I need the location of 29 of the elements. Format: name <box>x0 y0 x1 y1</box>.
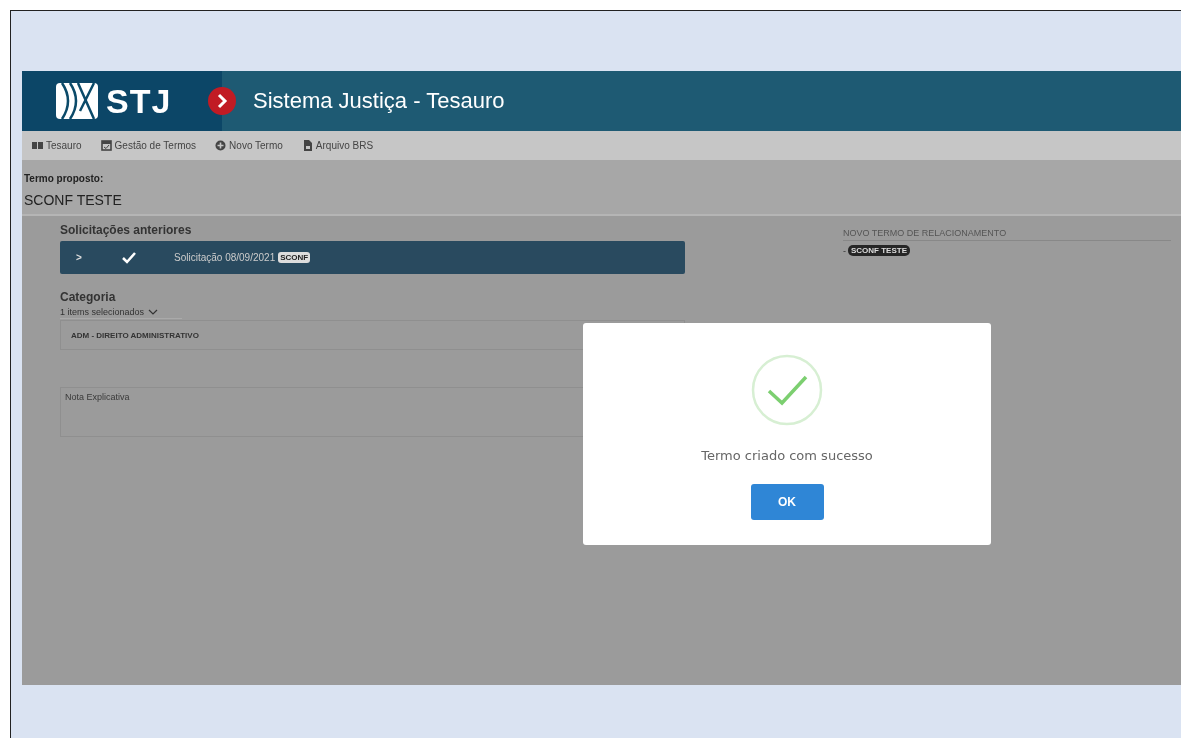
logo-text: STJ <box>106 81 172 121</box>
success-check-icon <box>751 354 823 426</box>
plus-circle-icon <box>215 140 227 151</box>
chevron-right-icon <box>207 86 237 116</box>
term-label: Termo proposto: <box>24 172 105 184</box>
category-dropdown[interactable]: 1 items selecionados <box>60 307 182 319</box>
bullet: - <box>843 245 846 256</box>
request-row[interactable]: > Solicitação 08/09/2021 SCONF <box>60 241 685 274</box>
request-tag: SCONF <box>278 252 311 263</box>
section-title: Solicitações anteriores <box>60 223 193 237</box>
nav-link[interactable]: Gestão de Termos <box>100 140 197 151</box>
section-title: Categoria <box>60 290 117 304</box>
nav-link[interactable]: Tesauro <box>32 140 82 151</box>
term-value: SCONF TESTE <box>24 192 123 208</box>
term-tag: SCONF TESTE <box>848 245 910 256</box>
ok-button[interactable]: OK <box>750 484 824 520</box>
expand-toggle[interactable]: > <box>76 252 96 263</box>
request-label: Solicitação 08/09/2021 <box>174 252 276 263</box>
dialog-message: Termo criado com sucesso <box>701 448 873 463</box>
calendar-icon <box>100 140 112 151</box>
nav-link[interactable]: Arquivo BRS <box>301 140 374 151</box>
app-title: Sistema Justiça - Tesauro <box>253 88 505 114</box>
logo-mark-icon <box>54 81 100 121</box>
category-item[interactable]: ADM - DIREITO ADMINISTRATIVO <box>60 320 685 350</box>
chevron-down-icon <box>148 308 159 316</box>
relationship-title: NOVO TERMO DE RELACIONAMENTO <box>843 228 1171 241</box>
nav-link[interactable]: Novo Termo <box>215 140 283 151</box>
book-icon <box>32 140 43 151</box>
file-icon <box>301 140 313 151</box>
